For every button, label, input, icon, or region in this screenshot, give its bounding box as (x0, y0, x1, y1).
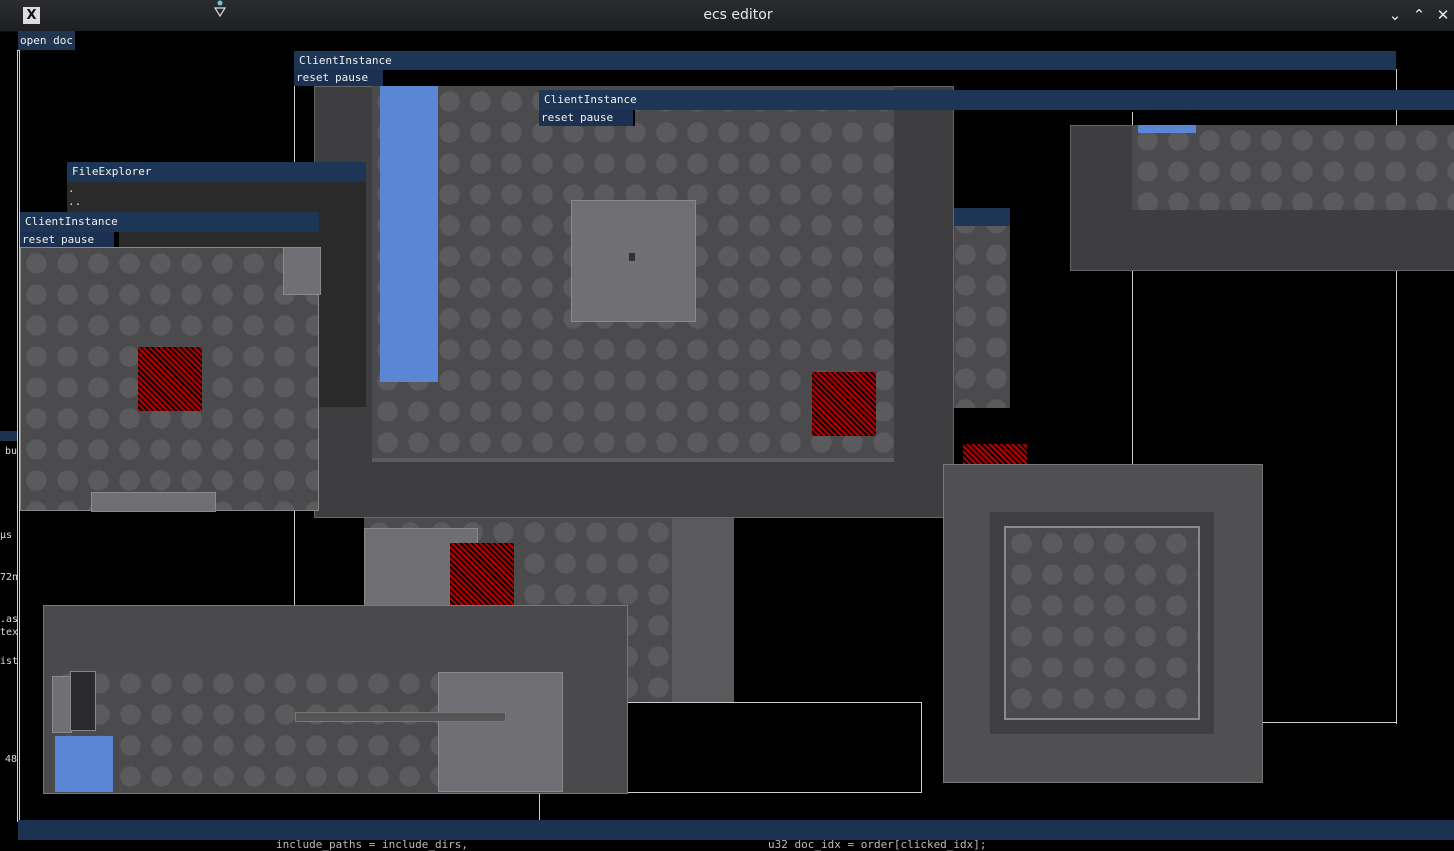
client-toolbar: reset pause (539, 110, 635, 126)
window-title: ecs editor (703, 7, 773, 23)
client-instance-title[interactable]: ClientInstance (539, 90, 1454, 110)
open-doc-menu[interactable]: open doc (18, 31, 75, 50)
side-text: µs (0, 530, 13, 541)
file-explorer-title[interactable]: FileExplorer (67, 162, 366, 182)
blue-counter (55, 736, 113, 792)
code-line: include_paths = include_dirs, (276, 838, 469, 851)
table-object (283, 247, 321, 295)
side-text: 48 (5, 754, 18, 765)
client-instance-title[interactable]: ClientInstance (294, 51, 1396, 70)
reset-button[interactable]: reset (294, 70, 332, 86)
side-text: tex (0, 627, 19, 638)
side-tab (0, 431, 18, 441)
side-text: 72n (0, 572, 19, 583)
reset-button[interactable]: reset (20, 232, 58, 248)
code-line: u32 doc_idx = order[clicked_idx]; (768, 838, 987, 851)
status-bar (18, 820, 1454, 840)
hazard-tile (138, 347, 202, 411)
window-titlebar (950, 208, 1010, 226)
file-item[interactable]: .. (67, 195, 366, 208)
client-instance-title[interactable]: ClientInstance (20, 212, 319, 232)
wall (672, 517, 734, 702)
cabinet-object (52, 676, 72, 733)
reset-button[interactable]: reset (539, 110, 577, 126)
pause-button[interactable]: pause (330, 70, 383, 86)
client-toolbar: reset pause (294, 70, 390, 86)
blue-counter (380, 86, 438, 382)
hazard-tile (812, 372, 876, 436)
wall (372, 458, 894, 462)
table-object (438, 672, 563, 792)
client-toolbar: reset pause (20, 232, 119, 248)
rail-object (295, 712, 506, 722)
pause-button[interactable]: pause (56, 232, 114, 248)
floor (1132, 125, 1454, 210)
cabinet-object (70, 671, 96, 731)
table-icon (629, 253, 635, 261)
side-text: .as (0, 614, 19, 625)
table-object (91, 492, 216, 512)
table-object (571, 200, 696, 322)
scene-view (950, 208, 1010, 408)
side-text: bu (5, 446, 18, 457)
side-text: ist (0, 656, 19, 667)
divider (539, 791, 540, 820)
close-button[interactable]: ✕ (1433, 5, 1453, 25)
minimize-button[interactable]: ⌄ (1385, 5, 1405, 25)
hazard-tile (963, 444, 1027, 464)
pause-button[interactable]: pause (575, 110, 633, 126)
hazard-tile (450, 543, 514, 605)
blue-counter (1138, 125, 1196, 133)
file-item[interactable]: . (67, 182, 366, 195)
maximize-button[interactable]: ⌃ (1409, 5, 1429, 25)
floor (1004, 526, 1200, 720)
menu-bar (18, 31, 1454, 50)
